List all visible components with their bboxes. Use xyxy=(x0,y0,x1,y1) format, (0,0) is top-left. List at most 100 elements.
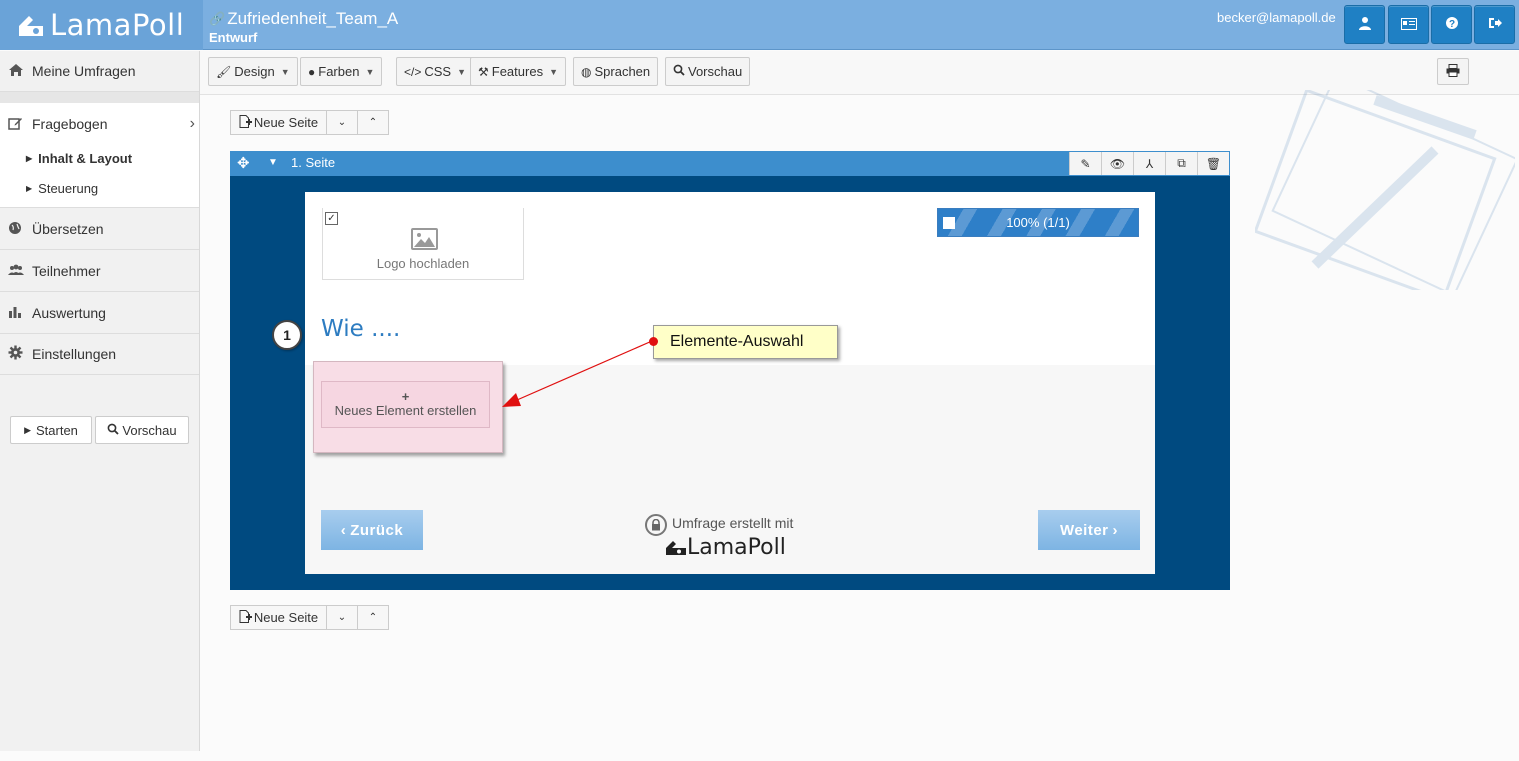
sidebar-subitem-control[interactable]: ▶ Steuerung xyxy=(26,181,98,196)
page-controls-bottom: Neue Seite ⌄ ⌃ xyxy=(230,605,389,630)
colors-label: Farben xyxy=(318,64,360,79)
app-header: LamaPoll 🔗 Zufriedenheit_Team_A Entwurf b… xyxy=(0,0,1519,50)
next-label: Weiter xyxy=(1059,521,1109,539)
print-button[interactable] xyxy=(1437,58,1469,85)
copy-icon: ⧉ xyxy=(1177,156,1186,170)
page-header: ✥ ▼ 1. Seite ✎ 👁 ⅄ ⧉ 🗑 xyxy=(230,151,1230,176)
chevron-right-icon: › xyxy=(189,115,195,132)
sidebar-item-label: Auswertung xyxy=(32,305,106,321)
sidebar-item-analysis[interactable]: Auswertung xyxy=(0,293,199,334)
page-down-button[interactable]: ⌄ xyxy=(326,110,358,135)
brand-logo[interactable]: LamaPoll xyxy=(0,0,203,50)
sidebar-preview-button[interactable]: Vorschau xyxy=(95,416,189,444)
collapse-triangle-icon[interactable]: ▼ xyxy=(268,157,278,168)
edit-icon xyxy=(8,116,28,134)
colors-dropdown[interactable]: ● Farben ▼ xyxy=(300,57,383,86)
languages-button[interactable]: ◍ Sprachen xyxy=(573,57,659,86)
sidebar-subitem-label: Inhalt & Layout xyxy=(38,151,133,166)
features-dropdown[interactable]: ⚒ Features ▼ xyxy=(470,57,566,86)
logout-button[interactable] xyxy=(1474,5,1515,44)
design-dropdown[interactable]: 🖌 Design ▼ xyxy=(208,57,298,86)
triangle-right-icon: ▶ xyxy=(26,154,33,163)
survey-title-block: 🔗 Zufriedenheit_Team_A Entwurf xyxy=(209,9,398,45)
logo-upload-label: Logo hochladen xyxy=(376,256,470,271)
move-icon[interactable]: ✥ xyxy=(237,154,250,172)
design-label: Design xyxy=(234,64,275,79)
trash-icon: 🗑 xyxy=(1205,156,1222,171)
help-icon: ? xyxy=(1445,16,1459,33)
globe-icon: ◍ xyxy=(581,64,592,79)
chevron-down-icon: ▼ xyxy=(365,66,375,77)
sidebar-item-participants[interactable]: Teilnehmer xyxy=(0,251,199,292)
search-icon xyxy=(673,64,685,79)
edit-page-button[interactable]: ✎ xyxy=(1069,152,1101,175)
user-email: becker@lamapoll.de xyxy=(1217,10,1336,25)
card-icon xyxy=(1400,17,1417,33)
lama-logo-icon xyxy=(666,541,686,555)
editor-toolbar: 🖌 Design ▼ ● Farben ▼ </> CSS ▼ ⚒ Featur… xyxy=(200,51,1519,95)
sidebar-item-translate[interactable]: Übersetzen xyxy=(0,209,199,250)
sidebar-subitem-label: Steuerung xyxy=(38,181,99,196)
survey-page-frame: ✥ ▼ 1. Seite ✎ 👁 ⅄ ⧉ 🗑 ✓ Logo hochladen … xyxy=(230,151,1230,590)
survey-canvas: ✓ Logo hochladen 100% (1/1) 1 Wie .... +… xyxy=(272,192,1155,574)
sidebar-item-label: Fragebogen xyxy=(32,116,108,132)
new-page-button[interactable]: Neue Seite xyxy=(230,110,327,135)
next-button[interactable]: Weiter › xyxy=(1038,510,1140,550)
code-icon: </> xyxy=(404,64,422,79)
page-tools: ✎ 👁 ⅄ ⧉ 🗑 xyxy=(1069,152,1229,175)
copy-page-button[interactable]: ⧉ xyxy=(1165,152,1197,175)
account-button[interactable] xyxy=(1344,5,1385,44)
page-down-button[interactable]: ⌄ xyxy=(326,605,358,630)
users-icon xyxy=(8,263,28,279)
pencil-icon: ✎ xyxy=(1080,156,1091,171)
start-button[interactable]: ▶ Starten xyxy=(10,416,92,444)
logout-icon xyxy=(1488,16,1502,33)
chevron-left-icon: ‹ xyxy=(340,521,347,539)
preview-label: Vorschau xyxy=(122,422,177,438)
gear-icon xyxy=(8,345,28,363)
sidebar-item-label: Übersetzen xyxy=(32,221,104,237)
chevron-down-icon: ▼ xyxy=(280,66,290,77)
palette-icon: ● xyxy=(308,64,316,79)
annotation-dot xyxy=(649,337,658,346)
sidebar-subitem-content-layout[interactable]: ▶ Inhalt & Layout xyxy=(26,151,132,166)
powered-by-text: Umfrage erstellt mit xyxy=(672,515,794,531)
progress-label: 100% (1/1) xyxy=(1006,215,1070,230)
svg-text:?: ? xyxy=(1448,19,1454,30)
preview-page-button[interactable]: 👁 xyxy=(1101,152,1133,175)
sidebar-item-label: Teilnehmer xyxy=(32,263,101,279)
question-text[interactable]: Wie .... xyxy=(321,316,400,342)
preview-label: Vorschau xyxy=(688,64,743,79)
page-up-button[interactable]: ⌃ xyxy=(357,605,389,630)
branch-page-button[interactable]: ⅄ xyxy=(1133,152,1165,175)
chevron-up-icon: ⌃ xyxy=(368,612,378,623)
back-button[interactable]: ‹ Zurück xyxy=(321,510,423,550)
survey-title[interactable]: Zufriedenheit_Team_A xyxy=(227,9,398,29)
css-dropdown[interactable]: </> CSS ▼ xyxy=(396,57,475,86)
sidebar-item-label: Einstellungen xyxy=(32,346,117,362)
new-page-button[interactable]: Neue Seite xyxy=(230,605,327,630)
page-controls-top: Neue Seite ⌄ ⌃ xyxy=(230,110,389,135)
new-page-label: Neue Seite xyxy=(253,610,319,625)
sidebar-spacer xyxy=(0,92,199,103)
chevron-right-icon: › xyxy=(1112,521,1119,539)
new-element-panel: + Neues Element erstellen xyxy=(313,361,503,453)
delete-page-button[interactable]: 🗑 xyxy=(1197,152,1229,175)
logo-upload-box[interactable]: ✓ Logo hochladen xyxy=(322,208,524,280)
sidebar-item-settings[interactable]: Einstellungen xyxy=(0,334,199,375)
logo-checkbox[interactable]: ✓ xyxy=(325,212,338,225)
page-title: 1. Seite xyxy=(291,155,336,170)
chevron-down-icon: ⌄ xyxy=(337,117,347,128)
new-element-label: Neues Element erstellen xyxy=(334,403,477,418)
contact-card-button[interactable] xyxy=(1388,5,1429,44)
new-element-button[interactable]: + Neues Element erstellen xyxy=(321,381,490,428)
new-page-label: Neue Seite xyxy=(253,115,319,130)
sidebar-item-my-surveys[interactable]: Meine Umfragen xyxy=(0,51,199,92)
link-icon: 🔗 xyxy=(209,11,226,26)
page-up-button[interactable]: ⌃ xyxy=(357,110,389,135)
powered-by-logo: LamaPoll xyxy=(665,535,786,560)
bar-chart-icon xyxy=(8,305,28,321)
toolbar-preview-button[interactable]: Vorschau xyxy=(665,57,751,86)
help-button[interactable]: ? xyxy=(1431,5,1472,44)
lock-icon xyxy=(645,514,667,536)
